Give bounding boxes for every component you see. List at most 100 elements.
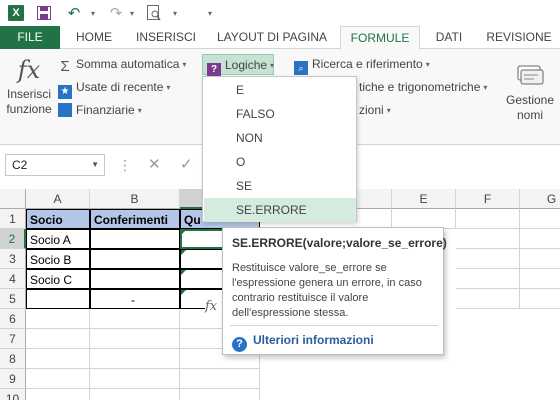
row-header-1[interactable]: 1 [0, 209, 26, 229]
row-header-3[interactable]: 3 [0, 249, 26, 269]
chevron-down-icon: ▾ [425, 60, 430, 69]
cell-g4[interactable] [520, 269, 560, 289]
insert-function-label-2: funzione [6, 102, 52, 116]
cell-g3[interactable] [520, 249, 560, 269]
chevron-down-icon: ▾ [166, 83, 171, 92]
row-header-10[interactable]: 10 [0, 389, 26, 400]
cell-a2[interactable]: Socio A [26, 229, 90, 249]
lookup-reference-button[interactable]: ⌕ Ricerca e riferimento ▾ [294, 54, 430, 75]
menu-item-se-errore[interactable]: SE.ERRORE [204, 198, 356, 222]
cell-f3[interactable] [456, 249, 520, 269]
preview-dropdown-icon[interactable]: ▾ [170, 4, 180, 22]
cell-b10[interactable] [90, 389, 180, 400]
column-header-e[interactable]: E [392, 189, 456, 209]
row-header-4[interactable]: 4 [0, 269, 26, 289]
cell-g2[interactable] [520, 229, 560, 249]
menu-item-o[interactable]: O [204, 150, 356, 174]
column-header-f[interactable]: F [456, 189, 520, 209]
undo-dropdown-icon[interactable]: ▾ [88, 4, 98, 22]
more-info-label: Ulteriori informazioni [253, 333, 374, 347]
column-header-g[interactable]: G [520, 189, 560, 209]
tab-insert[interactable]: INSERISCI [130, 26, 202, 49]
cell-b5[interactable]: - [90, 289, 180, 309]
insert-function-small-icon[interactable]: fx [205, 296, 223, 318]
cell-g1[interactable] [520, 209, 560, 229]
cell-f1[interactable] [456, 209, 520, 229]
financial-button[interactable]: Finanziarie ▾ [58, 100, 142, 120]
cell-b2[interactable] [90, 229, 180, 249]
cell-a1[interactable]: Socio [26, 209, 90, 229]
tab-formulas[interactable]: FORMULE [340, 26, 420, 50]
cell-a3[interactable]: Socio B [26, 249, 90, 269]
sigma-icon: Σ [60, 58, 70, 75]
name-manager-button[interactable]: Gestione nomi [502, 57, 558, 123]
select-all-corner[interactable] [0, 189, 26, 209]
cell-b1[interactable]: Conferimenti [90, 209, 180, 229]
menu-item-se[interactable]: SE [204, 174, 356, 198]
more-info-link[interactable]: ? Ulteriori informazioni [232, 332, 374, 352]
menu-item-falso[interactable]: FALSO [204, 102, 356, 126]
more-functions-button[interactable]: zioni ▾ [359, 100, 391, 120]
star-icon: ★ [58, 85, 72, 99]
tooltip-title: SE.ERRORE(valore;valore_se_errore) [232, 236, 447, 250]
cell-g5[interactable] [520, 289, 560, 309]
chevron-down-icon: ▾ [182, 60, 187, 69]
cell-a9[interactable] [26, 369, 90, 389]
cell-f4[interactable] [456, 269, 520, 289]
cell-a5[interactable] [26, 289, 90, 309]
chevron-down-icon[interactable]: ▼ [91, 155, 99, 175]
cell-b7[interactable] [90, 329, 180, 349]
cancel-icon[interactable]: ✕ [148, 155, 161, 173]
cell-a4[interactable]: Socio C [26, 269, 90, 289]
logical-functions-button[interactable]: ? Logiche ▾ [202, 54, 274, 77]
cell-a7[interactable] [26, 329, 90, 349]
cell-f5[interactable] [456, 289, 520, 309]
row-header-8[interactable]: 8 [0, 349, 26, 369]
function-icon: fx [17, 56, 41, 84]
row-header-2[interactable]: 2 [0, 229, 26, 249]
recent-used-button[interactable]: ★ Usate di recente ▾ [58, 77, 171, 99]
print-preview-icon[interactable] [146, 4, 162, 22]
cell-f2[interactable] [456, 229, 520, 249]
enter-icon[interactable]: ✓ [180, 155, 193, 173]
menu-item-e[interactable]: E [204, 78, 356, 102]
menu-item-non[interactable]: NON [204, 126, 356, 150]
error-indicator-icon [181, 230, 186, 235]
undo-icon[interactable]: ↶ [66, 4, 82, 22]
help-icon: ? [232, 337, 247, 352]
recent-used-label: Usate di recente [76, 80, 164, 94]
cell-b9[interactable] [90, 369, 180, 389]
column-header-a[interactable]: A [26, 189, 90, 209]
cell-a6[interactable] [26, 309, 90, 329]
cell-a8[interactable] [26, 349, 90, 369]
name-box[interactable]: C2 ▼ [5, 154, 105, 176]
cell-b3[interactable] [90, 249, 180, 269]
cell-a10[interactable] [26, 389, 90, 400]
row-header-9[interactable]: 9 [0, 369, 26, 389]
chevron-down-icon: ▾ [137, 106, 142, 115]
math-trig-button[interactable]: tiche e trigonometriche ▾ [359, 77, 487, 97]
cell-b6[interactable] [90, 309, 180, 329]
cell-c10[interactable] [180, 389, 260, 400]
column-header-b[interactable]: B [90, 189, 180, 209]
redo-dropdown-icon[interactable]: ▾ [127, 4, 137, 22]
tab-page-layout[interactable]: LAYOUT DI PAGINA [210, 26, 334, 49]
autosum-button[interactable]: Σ Somma automatica ▾ [58, 54, 186, 74]
error-indicator-icon [181, 290, 186, 295]
row-header-7[interactable]: 7 [0, 329, 26, 349]
cell-c9[interactable] [180, 369, 260, 389]
row-header-5[interactable]: 5 [0, 289, 26, 309]
save-icon[interactable] [37, 4, 51, 22]
cell-b4[interactable] [90, 269, 180, 289]
tab-home[interactable]: HOME [64, 26, 124, 49]
insert-function-button[interactable]: fx Inserisci funzione [3, 55, 55, 117]
tab-data[interactable]: DATI [424, 26, 474, 49]
more-functions-label: zioni [359, 103, 384, 117]
redo-icon[interactable]: ↷ [108, 4, 124, 22]
tab-review[interactable]: REVISIONE [478, 26, 560, 49]
row-header-6[interactable]: 6 [0, 309, 26, 329]
tab-file[interactable]: FILE [0, 26, 60, 49]
cell-b8[interactable] [90, 349, 180, 369]
cell-e1[interactable] [392, 209, 456, 229]
customize-qat-icon[interactable]: ▾ [205, 4, 215, 22]
